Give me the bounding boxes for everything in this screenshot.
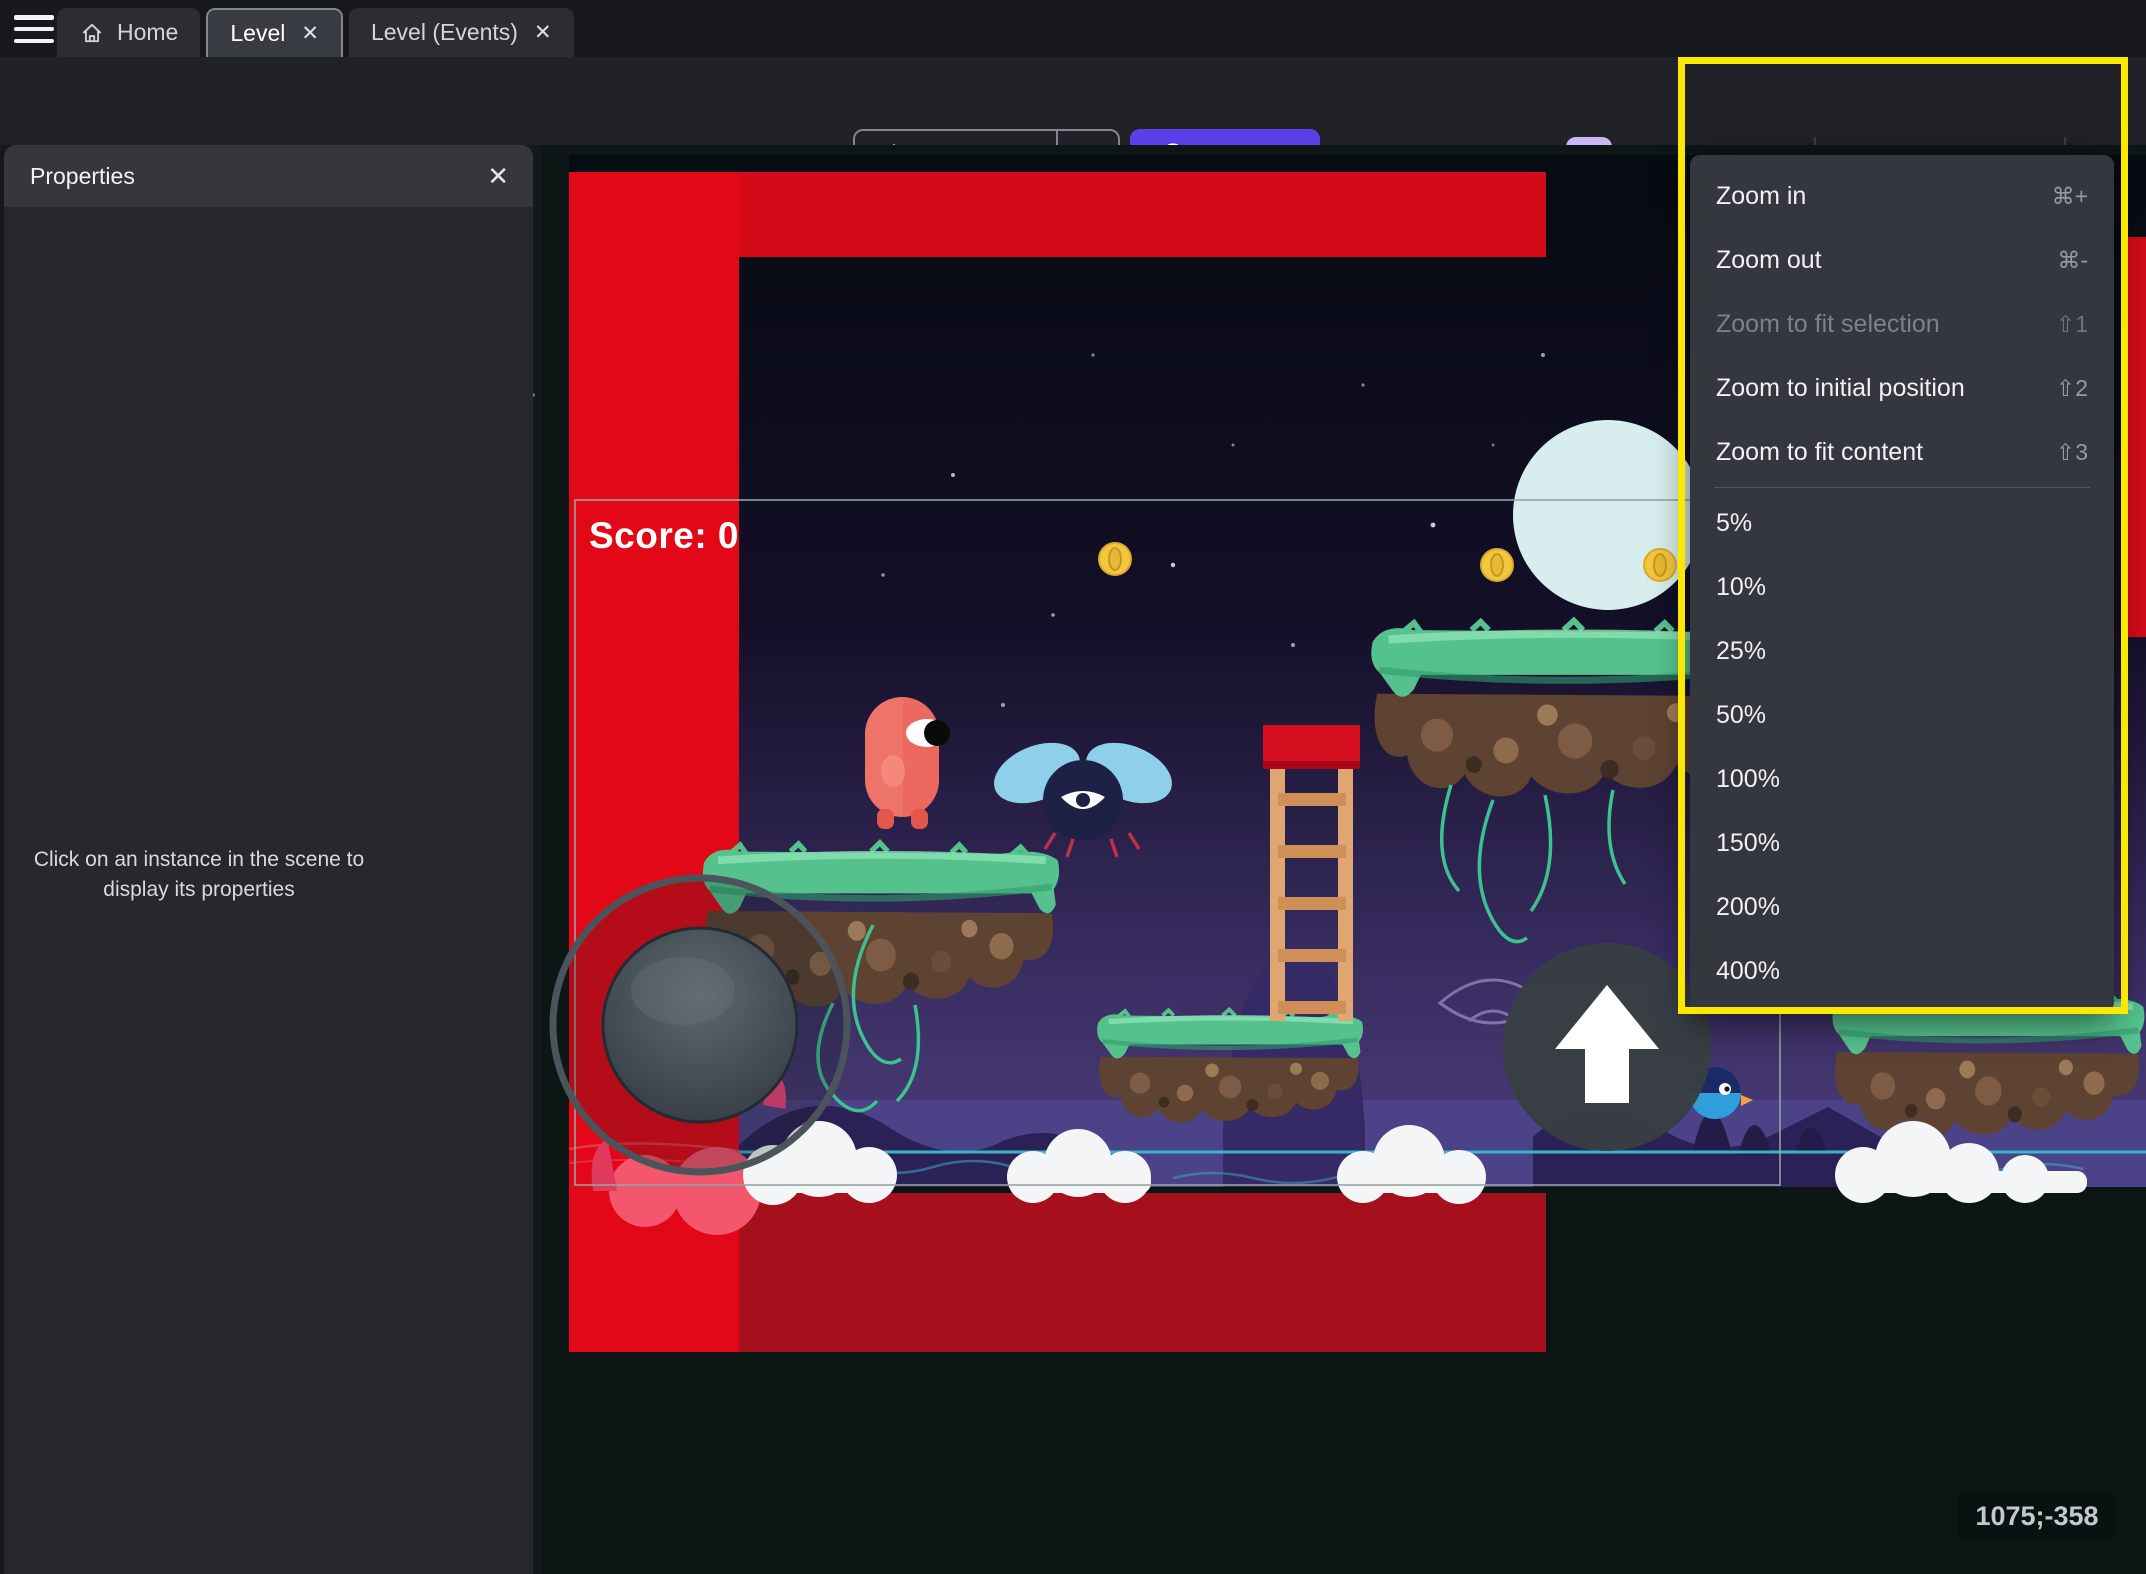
home-icon [79,20,105,46]
tab-label: Level [230,20,286,46]
moon[interactable] [1513,420,1703,610]
menu-item-label: Zoom to fit content [1716,437,1924,466]
zoom-level-label: 400% [1716,956,1780,985]
menu-item-shortcut: ⇧1 [2055,310,2088,337]
menu-item-shortcut: ⌘+ [2051,182,2088,209]
zoom-level-item[interactable]: 25% [1690,619,2114,683]
panel-title: Properties [30,162,135,189]
zoom-level-item[interactable]: 200% [1690,875,2114,939]
zoom-level-item[interactable]: 10% [1690,555,2114,619]
tab-level[interactable]: Level ✕ [206,8,343,57]
tab-level-events[interactable]: Level (Events) ✕ [348,8,574,57]
menu-item-label: Zoom in [1716,181,1807,210]
zoom-level-label: 200% [1716,892,1780,921]
jump-button-control[interactable] [1503,943,1711,1151]
menu-item-shortcut: ⇧3 [2055,438,2088,465]
hamburger-menu-icon[interactable] [14,12,54,46]
zoom-level-label: 5% [1716,508,1753,537]
top-tab-bar: Home Level ✕ Level (Events) ✕ [0,0,2146,57]
zoom-menu-item[interactable]: Zoom to fit content ⇧3 [1690,420,2114,484]
zoom-menu-actions: Zoom in ⌘+ Zoom out ⌘- Zoom to fit selec… [1690,164,2114,484]
coin[interactable] [1098,542,1132,576]
score-text[interactable]: Score: 0 [589,515,739,557]
zoom-level-label: 50% [1716,700,1767,729]
tab-home[interactable]: Home [57,8,201,57]
menu-item-label: Zoom to initial position [1716,373,1965,402]
joystick-control[interactable] [549,874,851,1176]
app-window: Home Level ✕ Level (Events) ✕ Prev [0,0,2146,1574]
zoom-menu-item[interactable]: Zoom in ⌘+ [1690,164,2114,228]
zoom-level-label: 10% [1716,572,1767,601]
zoom-level-options: 5% 10% 25% 50% 100% 150% 200% 400% [1690,491,2114,1003]
close-icon[interactable]: ✕ [301,21,319,46]
zoom-menu-item[interactable]: Zoom out ⌘- [1690,228,2114,292]
zoom-level-item[interactable]: 100% [1690,747,2114,811]
zoom-menu-item[interactable]: Zoom to fit selection ⇧1 [1690,292,2114,356]
platform[interactable] [1833,991,2145,1137]
zoom-level-item[interactable]: 5% [1690,491,2114,555]
zoom-level-item[interactable]: 400% [1690,939,2114,1003]
menu-divider [1714,487,2090,488]
cursor-coordinates-badge: 1075;-358 [1958,1490,2116,1542]
close-icon[interactable]: ✕ [487,163,509,189]
coin[interactable] [1643,548,1677,582]
platform[interactable] [1097,1009,1363,1122]
menu-item-label: Zoom to fit selection [1716,309,1940,338]
tab-label: Level (Events) [370,19,518,45]
properties-panel: Properties ✕ Click on an instance in the… [4,145,533,1574]
menu-item-shortcut: ⇧2 [2055,374,2088,401]
zoom-dropdown-menu: Zoom in ⌘+ Zoom out ⌘- Zoom to fit selec… [1690,155,2114,1012]
menu-item-shortcut: ⌘- [2057,246,2088,273]
tab-label: Home [117,19,179,45]
toolbar: Preview Publish [0,57,2146,186]
tab-strip: Home Level ✕ Level (Events) ✕ [57,8,574,57]
zoom-level-label: 25% [1716,636,1767,665]
empty-properties-message: Click on an instance in the scene to dis… [33,848,365,902]
zoom-level-item[interactable]: 50% [1690,683,2114,747]
menu-item-label: Zoom out [1716,245,1822,274]
properties-panel-header: Properties ✕ [4,145,533,207]
zoom-level-label: 150% [1716,828,1780,857]
coin[interactable] [1480,548,1514,582]
zoom-level-label: 100% [1716,764,1780,793]
zoom-menu-item[interactable]: Zoom to initial position ⇧2 [1690,356,2114,420]
close-icon[interactable]: ✕ [534,20,552,45]
zoom-level-item[interactable]: 150% [1690,811,2114,875]
